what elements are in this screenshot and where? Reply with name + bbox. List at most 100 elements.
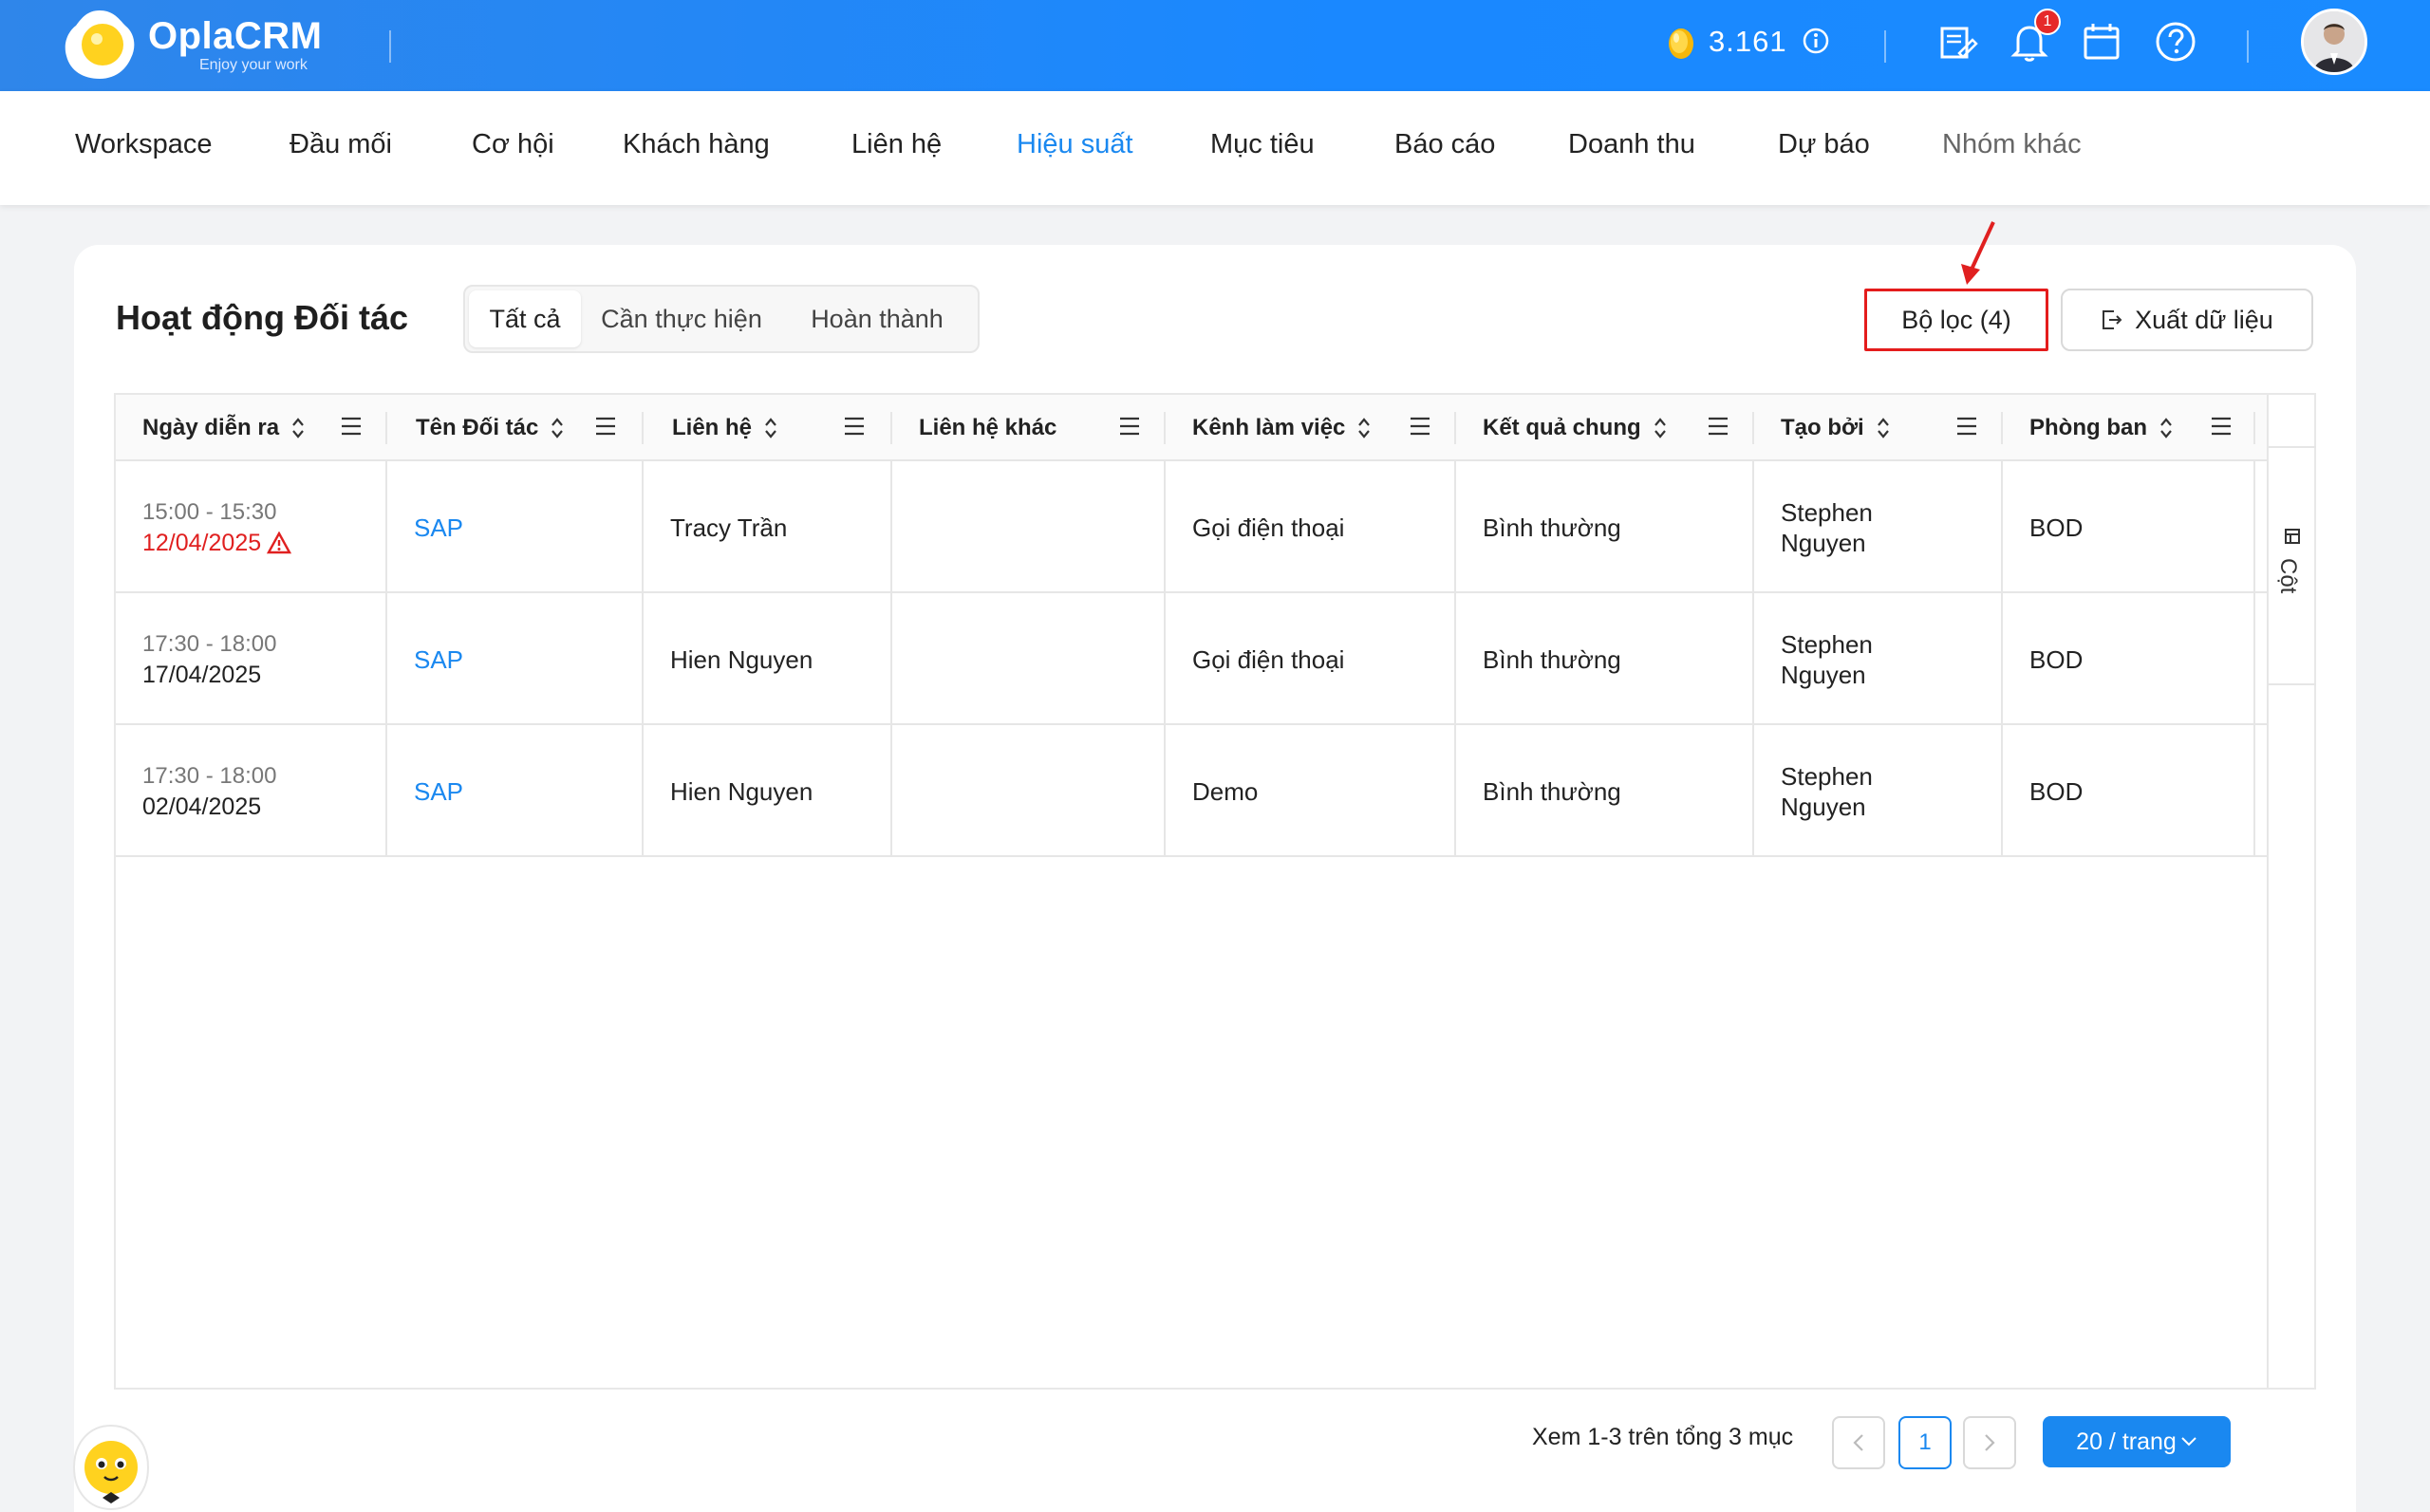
nav-reports[interactable]: Báo cáo [1394,129,1495,160]
tab-all[interactable]: Tất cả [469,290,581,347]
column-divider[interactable] [642,412,644,444]
sort-icon[interactable] [2159,416,2174,440]
activity-date: 17/04/2025 [142,661,262,688]
page-number-button[interactable]: 1 [1898,1416,1952,1469]
nav-revenue[interactable]: Doanh thu [1568,129,1695,160]
column-title: Phòng ban [2029,415,2147,440]
nav-forecast[interactable]: Dự báo [1778,129,1870,160]
cell-result: Bình thường [1456,461,1754,593]
column-settings-label: Cột [2275,558,2301,594]
partner-link[interactable]: SAP [414,776,642,807]
cell-contact: Hien Nguyen [644,725,892,857]
column-settings-button[interactable]: Cột [2269,448,2316,685]
status-tabs: Tất cả Cần thực hiện Hoàn thành [463,285,980,353]
sort-icon[interactable] [550,416,565,440]
channel-value: Gọi điện thoại [1192,513,1345,542]
nav-performance[interactable]: Hiệu suất [1017,129,1133,160]
column-menu-icon[interactable] [843,416,866,437]
activity-date-text: 12/04/2025 [142,529,262,556]
table-row[interactable]: 17:30 - 18:00 02/04/2025 SAP Hien Nguyen… [116,725,2267,857]
contact-name[interactable]: Hien Nguyen [670,776,890,807]
contact-name[interactable]: Tracy Trần [670,513,890,543]
column-menu-icon[interactable] [1707,416,1729,437]
column-menu-icon[interactable] [2210,416,2233,437]
partner-link[interactable]: SAP [414,644,642,675]
cell-channel: Gọi điện thoại [1166,461,1456,593]
column-divider[interactable] [1752,412,1754,444]
column-divider[interactable] [385,412,387,444]
column-menu-icon[interactable] [1955,416,1978,437]
nav-more-groups[interactable]: Nhóm khác [1942,129,2082,160]
col-header-partner: Tên Đối tác [416,395,565,461]
activity-date: 12/04/2025 [142,528,385,558]
user-avatar[interactable] [2301,9,2367,75]
export-button-label: Xuất dữ liệu [2135,305,2273,334]
chevron-down-icon [2181,1437,2196,1447]
export-button[interactable]: Xuất dữ liệu [2061,289,2313,351]
column-title: Liên hệ khác [919,415,1057,440]
top-header: OplaCRM Enjoy your work 3.161 1 [0,0,2430,91]
divider [389,30,391,63]
prev-page-button[interactable] [1832,1416,1885,1469]
column-title: Kết quả chung [1483,415,1641,440]
calendar-icon[interactable] [2079,19,2124,65]
col-header-other-contact: Liên hệ khác [919,395,1056,461]
page-size-value: 20 / trang [2076,1428,2177,1455]
nav-opportunities[interactable]: Cơ hội [472,129,554,160]
sort-icon[interactable] [1356,416,1372,440]
coin-icon [1669,28,1693,59]
nav-workspace[interactable]: Workspace [75,129,213,160]
table-row[interactable]: 17:30 - 18:00 17/04/2025 SAP Hien Nguyen… [116,593,2267,725]
info-icon[interactable] [1802,27,1830,55]
sort-icon[interactable] [1653,416,1668,440]
column-divider[interactable] [2001,412,2003,444]
col-header-result: Kết quả chung [1483,395,1668,461]
column-divider[interactable] [1454,412,1456,444]
sort-icon[interactable] [290,416,306,440]
cell-department: BOD [2003,725,2255,857]
cell-contact: Hien Nguyen [644,593,892,725]
cell-partner: SAP [387,593,644,725]
task-report-icon[interactable] [1935,19,1980,65]
column-divider[interactable] [890,412,892,444]
table-row[interactable]: 15:00 - 15:30 12/04/2025 SAP Tracy Trần … [116,461,2267,593]
column-menu-icon[interactable] [1118,416,1141,437]
column-title: Tên Đối tác [416,415,539,440]
tab-todo[interactable]: Cần thực hiện [587,290,776,347]
avatar-photo-icon [2304,11,2365,72]
divider [2247,30,2249,63]
tab-done[interactable]: Hoàn thành [782,290,972,347]
col-header-department: Phòng ban [2029,395,2174,461]
next-page-button[interactable] [1963,1416,2016,1469]
col-header-created-by: Tạo bởi [1781,395,1891,461]
help-icon[interactable] [2153,19,2198,65]
chevron-right-icon [1985,1434,1995,1451]
sort-icon[interactable] [763,416,778,440]
column-menu-icon[interactable] [594,416,617,437]
creator-name: Stephen Nguyen [1781,629,1873,689]
column-title: Ngày diễn ra [142,415,280,440]
cell-result: Bình thường [1456,593,1754,725]
nav-leads[interactable]: Đầu mối [290,129,392,160]
column-settings-header [2269,395,2316,448]
partner-link[interactable]: SAP [414,513,642,543]
cell-created-by: Stephen Nguyen [1754,593,2003,725]
nav-customers[interactable]: Khách hàng [623,129,770,160]
nav-goals[interactable]: Mục tiêu [1210,129,1315,160]
cell-result: Bình thường [1456,725,1754,857]
page-size-select[interactable]: 20 / trang [2043,1416,2231,1467]
column-title: Kênh làm việc [1192,415,1346,440]
contact-name[interactable]: Hien Nguyen [670,644,890,675]
column-menu-icon[interactable] [1409,416,1431,437]
filter-button[interactable]: Bộ lọc (4) [1864,289,2048,351]
cell-partner: SAP [387,461,644,593]
column-divider[interactable] [2253,412,2255,444]
channel-value: Gọi điện thoại [1192,644,1345,674]
app-logo[interactable] [59,4,140,87]
sort-icon[interactable] [1876,416,1891,440]
mascot-chat-icon[interactable] [66,1422,156,1512]
nav-contacts[interactable]: Liên hệ [851,129,942,160]
column-divider[interactable] [1164,412,1166,444]
creator-name: Stephen Nguyen [1781,497,1873,557]
column-menu-icon[interactable] [340,416,363,437]
